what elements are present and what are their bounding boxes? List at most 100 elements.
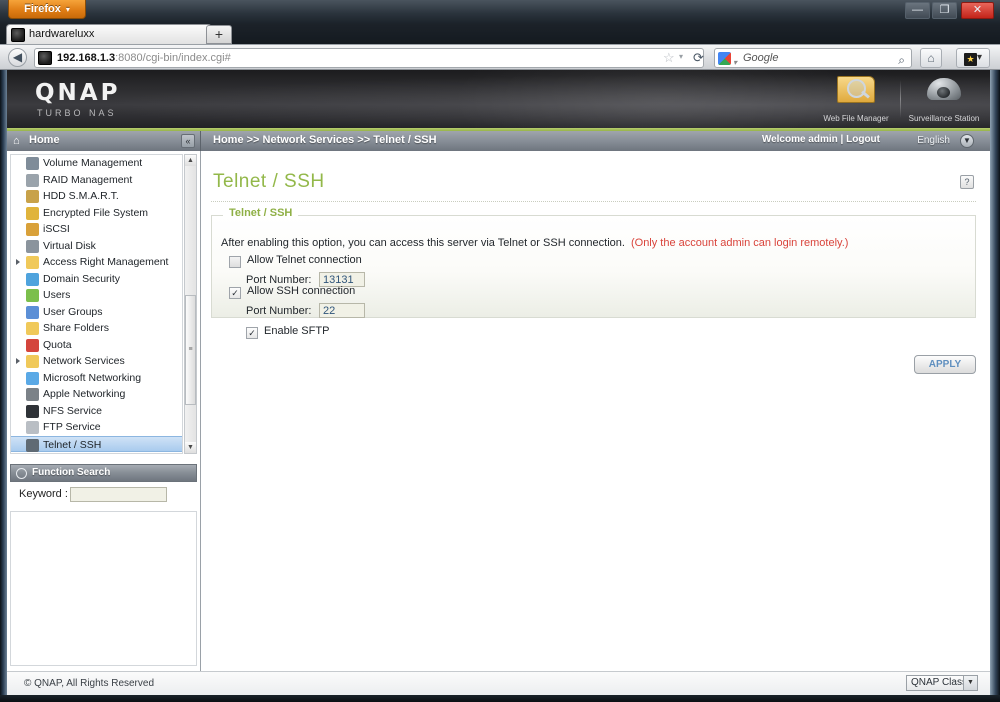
share-folders-icon (26, 322, 39, 335)
bookmark-star-icon[interactable]: ☆ (663, 50, 675, 66)
browser-toolbar: ◀ 192.168.1.3:8080/cgi-bin/index.cgi# ☆ … (0, 44, 1000, 70)
sidebar-item-users[interactable]: Users (11, 287, 182, 304)
sidebar-item-volume-management[interactable]: Volume Management (11, 155, 182, 172)
expand-triangle-icon[interactable] (16, 259, 20, 265)
apple-networking-icon (26, 388, 39, 401)
sidebar-item-user-groups[interactable]: User Groups (11, 304, 182, 321)
theme-select[interactable]: QNAP Classic ▼ (906, 675, 978, 691)
copyright-text: © QNAP, All Rights Reserved (24, 678, 155, 689)
scroll-up-icon[interactable]: ▲ (185, 155, 196, 166)
window-titlebar: Firefox ▾ — ❐ ✕ (0, 0, 1000, 24)
qnap-tagline: TURBO NAS (37, 108, 117, 118)
sidebar-item-raid-management[interactable]: RAID Management (11, 172, 182, 189)
close-button[interactable]: ✕ (961, 2, 994, 19)
allow-telnet-checkbox[interactable] (229, 256, 241, 268)
url-host: 192.168.1.3 (57, 52, 116, 64)
nfs-service-icon (26, 404, 39, 418)
home-button[interactable]: ⌂ (920, 48, 942, 68)
folder-icon (26, 355, 39, 368)
sidebar-item-label: NFS Service (43, 404, 102, 417)
surveillance-station-shortcut[interactable]: Surveillance Station (905, 74, 983, 124)
scrollbar-thumb[interactable]: ≡ (185, 295, 196, 405)
page-footer: © QNAP, All Rights Reserved QNAP Classic… (7, 671, 990, 695)
sidebar-item-hdd-s-m-a-r-t[interactable]: HDD S.M.A.R.T. (11, 188, 182, 205)
expand-triangle-icon[interactable] (16, 358, 20, 364)
url-port: :8080 (115, 52, 143, 64)
browser-tab[interactable]: hardwareluxx (6, 24, 212, 44)
reload-icon[interactable]: ⟳ (693, 50, 704, 66)
folder-icon (26, 256, 39, 269)
sidebar-scrollbar[interactable]: ▲ ≡ ▼ (184, 154, 197, 454)
favicon-icon (11, 28, 25, 42)
back-button[interactable]: ◀ (8, 48, 27, 67)
language-label[interactable]: English (917, 135, 950, 146)
chevron-down-icon: ▾ (976, 52, 983, 63)
qnap-brand-header: QNAP TURBO NAS Web File Manager Surveill… (7, 70, 990, 128)
welcome-logout[interactable]: Welcome admin | Logout (762, 134, 880, 145)
sidebar-item-apple-networking[interactable]: Apple Networking (11, 386, 182, 403)
firefox-menu-button[interactable]: Firefox ▾ (8, 0, 86, 19)
search-icon[interactable]: ⌕ (898, 51, 905, 69)
sidebar-item-label: Users (43, 289, 71, 301)
users-icon (26, 289, 39, 302)
enable-sftp-checkbox[interactable]: ✓ (246, 327, 258, 339)
sidebar-item-quota[interactable]: Quota (11, 337, 182, 354)
sidebar-item-label: Telnet / SSH (43, 438, 102, 451)
sidebar-item-nfs-service[interactable]: NFS Service (11, 403, 182, 420)
sidebar-item-label: Access Right Management (43, 256, 169, 268)
quota-icon (26, 338, 39, 352)
search-placeholder: Google (743, 52, 779, 64)
chevron-down-icon[interactable]: ▼ (960, 134, 974, 148)
surveillance-station-label: Surveillance Station (908, 114, 980, 123)
page-left-edge (0, 70, 7, 695)
fieldset-legend: Telnet / SSH (223, 207, 299, 219)
magnifier-icon (847, 79, 866, 98)
intro-note: (Only the account admin can login remote… (630, 237, 849, 249)
search-bar[interactable]: ▾ Google ⌕ (714, 48, 912, 68)
page-right-edge (990, 70, 1000, 695)
collapse-sidebar-button[interactable]: « (181, 134, 195, 148)
bookmarks-button[interactable]: ★ ▾ (956, 48, 990, 68)
sidebar-home-label: Home (29, 134, 60, 146)
maximize-button[interactable]: ❐ (932, 2, 957, 19)
apply-button[interactable]: APPLY (914, 355, 976, 374)
sidebar-item-telnet-ssh[interactable]: Telnet / SSH (11, 435, 182, 452)
web-file-manager-shortcut[interactable]: Web File Manager (817, 74, 895, 124)
encrypted-fs-icon (26, 206, 39, 220)
sidebar-item-label: Apple Networking (43, 388, 126, 400)
sidebar-item-label: Share Folders (43, 322, 109, 334)
sidebar-item-network-services[interactable]: Network Services (11, 353, 182, 370)
main-content: Telnet / SSH ? Telnet / SSH After enabli… (201, 151, 990, 671)
sidebar-item-encrypted-file-system[interactable]: Encrypted File System (11, 205, 182, 222)
sidebar-item-iscsi[interactable]: iSCSI (11, 221, 182, 238)
chevron-down-icon[interactable]: ▾ (679, 52, 683, 61)
desktop-bottom-strip (0, 695, 1000, 702)
search-icon (16, 468, 27, 479)
sidebar-item-access-right-management[interactable]: Access Right Management (11, 254, 182, 271)
sidebar-item-label: Domain Security (43, 272, 121, 285)
keyword-label: Keyword : (19, 488, 68, 500)
minimize-button[interactable]: — (905, 2, 930, 19)
firefox-menu-label: Firefox (24, 3, 61, 15)
address-bar[interactable]: 192.168.1.3:8080/cgi-bin/index.cgi# (34, 48, 704, 68)
help-icon[interactable]: ? (960, 175, 974, 189)
domain-security-icon (26, 272, 39, 286)
keyword-input[interactable] (70, 487, 167, 502)
allow-ssh-checkbox[interactable]: ✓ (229, 287, 241, 299)
sidebar-item-share-folders[interactable]: Share Folders (11, 320, 182, 337)
sidebar-item-label: HDD S.M.A.R.T. (43, 190, 119, 202)
sidebar-titlebar: ⌂ Home « (7, 131, 201, 151)
camera-lens-icon (937, 87, 950, 98)
allow-telnet-label: Allow Telnet connection (247, 254, 362, 266)
sidebar-item-domain-security[interactable]: Domain Security (11, 271, 182, 288)
sidebar-results-panel (10, 511, 197, 666)
sidebar-item-label: RAID Management (43, 173, 133, 186)
sidebar-item-microsoft-networking[interactable]: Microsoft Networking (11, 370, 182, 387)
sidebar-item-virtual-disk[interactable]: Virtual Disk (11, 238, 182, 255)
ssh-port-input[interactable] (319, 303, 365, 318)
web-file-manager-label: Web File Manager (823, 114, 889, 123)
enable-sftp-label: Enable SFTP (264, 325, 330, 337)
new-tab-button[interactable]: + (206, 25, 232, 44)
scroll-down-icon[interactable]: ▼ (185, 442, 196, 453)
sidebar-item-ftp-service[interactable]: FTP Service (11, 419, 182, 436)
